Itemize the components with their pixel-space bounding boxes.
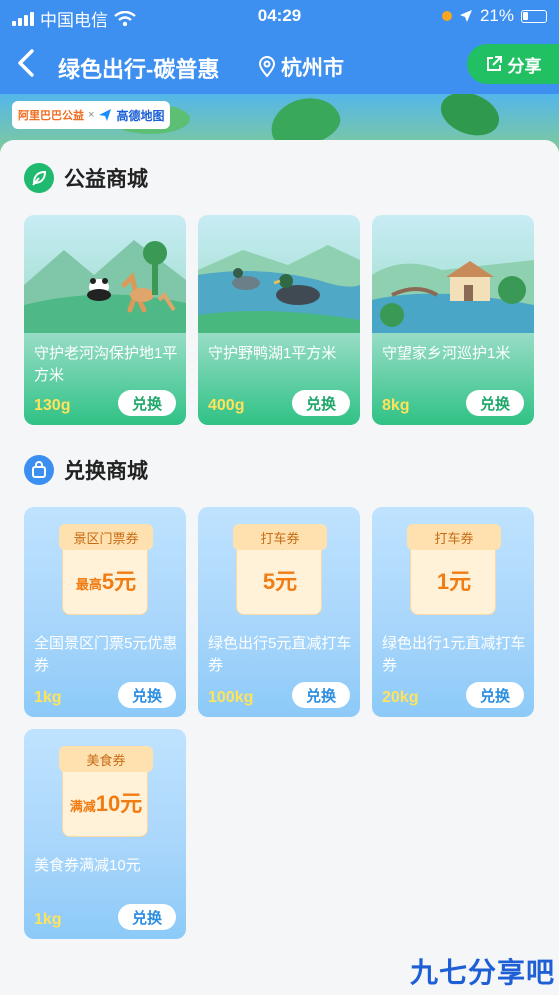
item-name: 守护老河沟保护地1平方米 xyxy=(34,345,178,384)
redeem-button[interactable]: 兑换 xyxy=(118,682,176,708)
redeem-button[interactable]: 兑换 xyxy=(292,682,350,708)
item-name: 守护野鸭湖1平方米 xyxy=(208,345,337,362)
coupon-ticket-graphic: 景区门票券 最高5元 xyxy=(59,524,153,615)
location-pin-icon xyxy=(258,56,276,78)
coupon-ticket-graphic: 打车券 1元 xyxy=(407,524,501,615)
item-price: 100kg xyxy=(208,689,254,706)
panda-deer-illustration xyxy=(24,240,186,333)
charity-card[interactable]: 守望家乡河巡护1米 8kg 兑换 xyxy=(372,215,534,425)
ticket-tag: 打车券 xyxy=(407,524,501,550)
item-name: 美食券满减10元 xyxy=(34,857,141,874)
status-bar: 中国电信 04:29 21% xyxy=(0,0,559,34)
chevron-left-icon xyxy=(18,49,34,77)
river-house-illustration xyxy=(372,260,534,333)
ticket-tag: 美食券 xyxy=(59,746,153,772)
item-name: 绿色出行5元直减打车券 xyxy=(208,635,352,674)
page-title: 绿色出行-碳普惠 xyxy=(58,57,220,82)
share-button[interactable]: 分享 xyxy=(467,44,559,84)
coupon-card[interactable]: 打车券 1元 绿色出行1元直减打车券 20kg 兑换 xyxy=(372,507,534,717)
charity-card[interactable]: 守护野鸭湖1平方米 400g 兑换 xyxy=(198,215,360,425)
redeem-button[interactable]: 兑换 xyxy=(466,682,524,708)
redeem-button[interactable]: 兑换 xyxy=(292,390,350,416)
ticket-tag: 打车券 xyxy=(233,524,327,550)
nav-bar: 绿色出行-碳普惠 杭州市 分享 xyxy=(0,38,559,94)
alibaba-charity-logo: 阿里巴巴公益 xyxy=(18,110,84,122)
item-price: 8kg xyxy=(382,397,410,414)
site-watermark: 九七分享吧 xyxy=(409,957,555,988)
city-label: 杭州市 xyxy=(281,57,344,80)
location-arrow-icon xyxy=(459,10,472,22)
coupon-card[interactable]: 景区门票券 最高5元 全国景区门票5元优惠券 1kg 兑换 xyxy=(24,507,186,717)
coupon-ticket-graphic: 打车券 5元 xyxy=(233,524,327,615)
battery-icon xyxy=(521,9,547,23)
section-title: 公益商城 xyxy=(64,168,148,191)
battery-percent: 21% xyxy=(479,6,514,25)
amap-logo-text: 高德地图 xyxy=(116,108,165,123)
ticket-tag: 景区门票券 xyxy=(59,524,153,550)
section-charity-mall-header: 公益商城 xyxy=(24,163,148,193)
item-name: 守望家乡河巡护1米 xyxy=(382,345,511,362)
item-name: 绿色出行1元直减打车券 xyxy=(382,635,526,674)
coupon-card[interactable]: 美食券 满减10元 美食券满减10元 1kg 兑换 xyxy=(24,729,186,939)
coupon-card[interactable]: 打车券 5元 绿色出行5元直减打车券 100kg 兑换 xyxy=(198,507,360,717)
recording-dot-icon xyxy=(441,11,452,21)
item-price: 130g xyxy=(34,397,71,414)
amap-logo-icon xyxy=(99,109,112,121)
charity-card[interactable]: 守护老河沟保护地1平方米 130g 兑换 xyxy=(24,215,186,425)
item-price: 1kg xyxy=(34,689,62,706)
leaf-icon xyxy=(24,163,54,193)
shopping-bag-icon xyxy=(24,455,54,485)
item-price: 20kg xyxy=(382,689,419,706)
duck-lake-illustration xyxy=(198,245,360,333)
content-sheet: 公益商城 守护老河沟保护地1平方米 130g 兑换 守护野鸭湖1平方米 400g… xyxy=(0,140,559,995)
item-price: 1kg xyxy=(34,911,62,928)
section-title: 兑换商城 xyxy=(64,460,148,483)
coupon-ticket-graphic: 美食券 满减10元 xyxy=(59,746,153,837)
redeem-button[interactable]: 兑换 xyxy=(118,904,176,930)
city-selector[interactable]: 杭州市 xyxy=(258,52,344,82)
redeem-button[interactable]: 兑换 xyxy=(118,390,176,416)
section-exchange-mall-header: 兑换商城 xyxy=(24,455,148,485)
item-price: 400g xyxy=(208,397,245,414)
redeem-button[interactable]: 兑换 xyxy=(466,390,524,416)
item-name: 全国景区门票5元优惠券 xyxy=(34,635,178,674)
back-button[interactable] xyxy=(16,48,46,84)
partner-logos: 阿里巴巴公益 × 高德地图 xyxy=(12,101,171,129)
share-icon xyxy=(486,56,502,71)
